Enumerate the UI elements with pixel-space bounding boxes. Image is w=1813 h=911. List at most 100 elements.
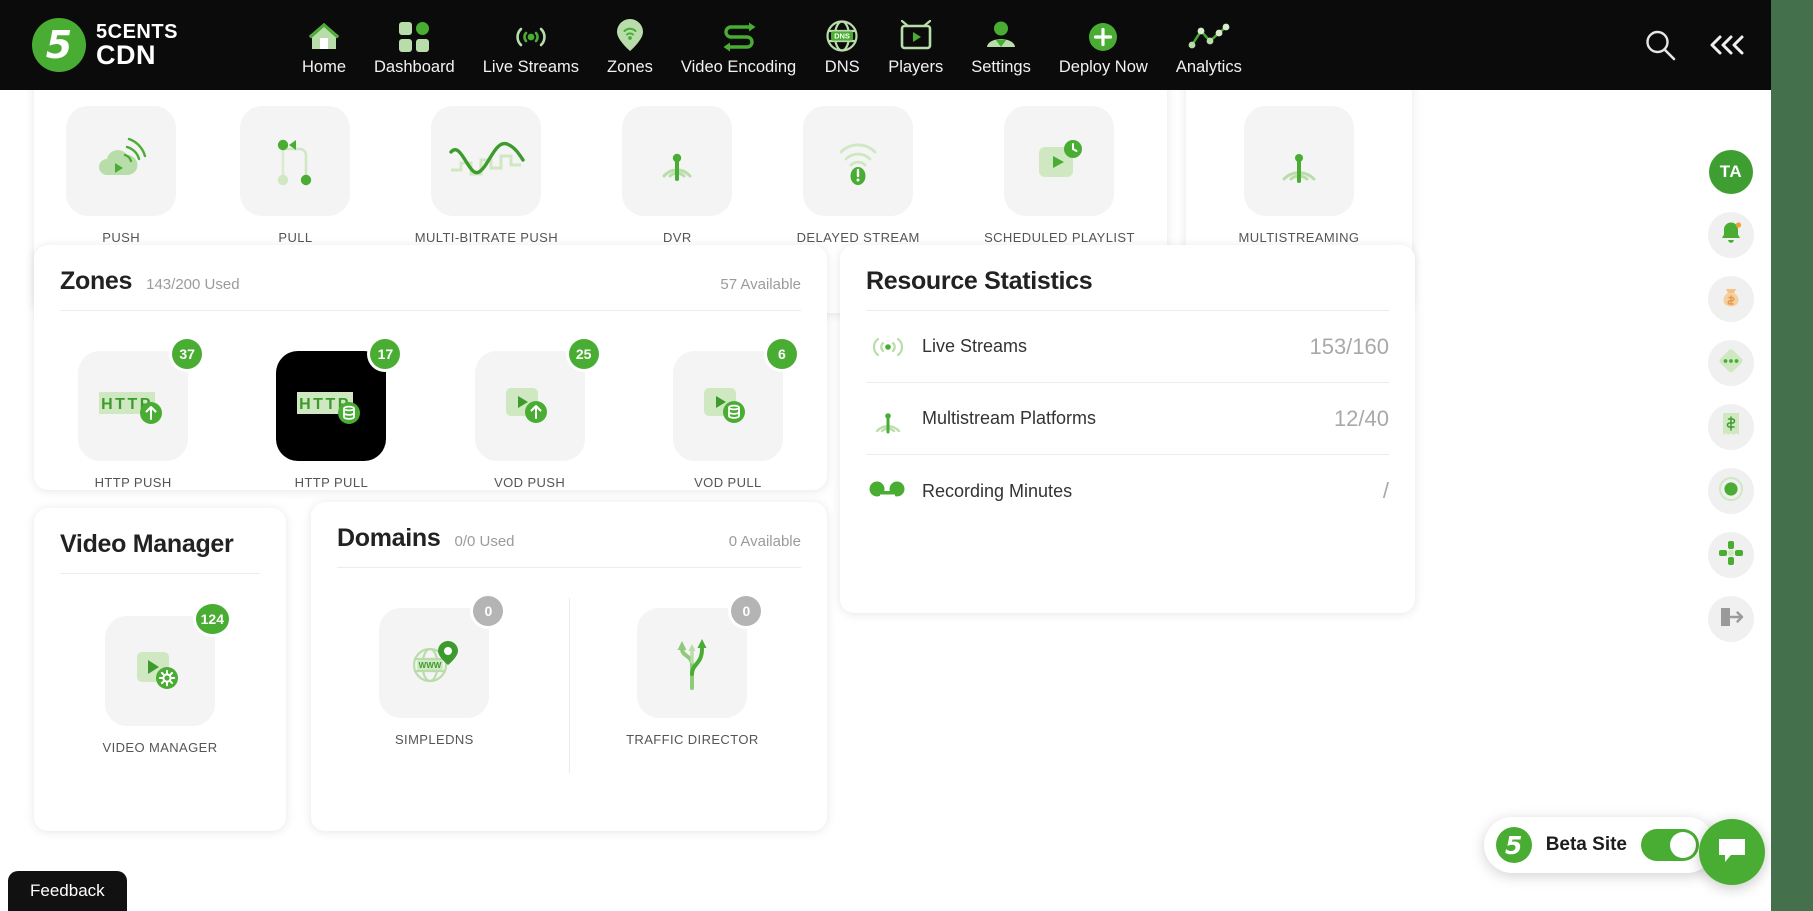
nav-item-video-encoding[interactable]: Video Encoding bbox=[667, 0, 810, 90]
record-dots-icon bbox=[866, 481, 910, 501]
tile-http-push[interactable]: 37 HTTP HTTP PUSH bbox=[78, 339, 203, 490]
video-manager-tiles: 124 VIDEO MANAGER bbox=[34, 574, 286, 755]
tile-vod-pull[interactable]: 6 VOD PULL bbox=[672, 339, 797, 490]
nav-label: Video Encoding bbox=[680, 57, 797, 76]
panel-title: Domains bbox=[337, 524, 441, 552]
tile-dvr[interactable]: DVR bbox=[622, 106, 733, 245]
domain-tiles: 0 WWW SIMPLEDNS 0 TRAFFIC DIRECTOR bbox=[311, 568, 827, 773]
more-options-button[interactable] bbox=[1708, 340, 1754, 386]
tile-label: MULTI-BITRATE PUSH bbox=[414, 230, 559, 245]
page-title: Zones bbox=[60, 267, 133, 295]
nav-label: Analytics bbox=[1175, 57, 1242, 76]
video-manager-header: Video Manager bbox=[34, 530, 286, 559]
tile-label: DELAYED STREAM bbox=[796, 230, 920, 245]
tile-delayed-stream[interactable]: DELAYED STREAM bbox=[797, 106, 920, 245]
tile-thumb: 0 bbox=[637, 596, 762, 718]
page-content: PUSH PULL MULTI-BITRATE PUSH DVR DELAYED… bbox=[0, 90, 1771, 911]
tv-play-icon bbox=[899, 14, 933, 52]
playlist-clock-icon bbox=[1039, 140, 1083, 177]
nav-item-zones[interactable]: Zones bbox=[593, 0, 667, 90]
notifications-button[interactable] bbox=[1708, 212, 1754, 258]
stat-row-multistream-platforms: Multistream Platforms 12/40 bbox=[866, 383, 1389, 455]
grid-icon bbox=[399, 14, 430, 52]
stat-label: Multistream Platforms bbox=[922, 408, 1097, 428]
tile-label: MULTISTREAMING bbox=[1238, 230, 1360, 245]
svg-text:DNS: DNS bbox=[834, 31, 850, 40]
invoices-button[interactable] bbox=[1708, 404, 1754, 450]
stat-value: 153/160 bbox=[1309, 333, 1389, 359]
billing-balance-button[interactable] bbox=[1708, 276, 1754, 322]
nav-item-home[interactable]: Home bbox=[288, 0, 360, 90]
domains-available: 0 Available bbox=[728, 533, 801, 550]
chat-button[interactable] bbox=[1699, 819, 1765, 885]
stat-row-live-streams: Live Streams 153/160 bbox=[866, 311, 1389, 383]
transcode-arrows-icon bbox=[721, 14, 757, 52]
tile-multi-bitrate-push[interactable]: MULTI-BITRATE PUSH bbox=[415, 106, 558, 245]
status-badge: 124 bbox=[195, 604, 229, 634]
recording-button[interactable] bbox=[1708, 468, 1754, 514]
beta-site-pill: 5 Beta Site bbox=[1483, 817, 1715, 873]
tile-scheduled-playlist[interactable]: SCHEDULED PLAYLIST bbox=[984, 106, 1135, 245]
brand-line-2: CDN bbox=[96, 39, 156, 70]
tile-thumb bbox=[240, 106, 351, 216]
globe-dns-icon: DNS bbox=[826, 14, 858, 52]
nav-label: Settings bbox=[971, 57, 1031, 76]
status-badge: 25 bbox=[568, 339, 599, 369]
domains-panel: Domains 0/0 Used 0 Available 0 WWW SIMPL… bbox=[311, 502, 827, 831]
logout-button[interactable] bbox=[1708, 596, 1754, 642]
nav-items: Home Dashboard Live Streams Zones Video bbox=[288, 0, 1256, 90]
brand-mark-icon: 5 bbox=[1495, 827, 1532, 863]
brand-logo[interactable]: 5 5CENTS CDN bbox=[32, 18, 232, 72]
brand-wordmark: 5CENTS CDN bbox=[96, 22, 178, 69]
nav-item-live-streams[interactable]: Live Streams bbox=[469, 0, 593, 90]
tile-vod-push[interactable]: 25 VOD PUSH bbox=[474, 339, 599, 490]
tile-http-pull[interactable]: 17 HTTP HTTP PULL bbox=[276, 339, 401, 490]
tile-push[interactable]: PUSH bbox=[66, 106, 177, 245]
record-circle-icon bbox=[1718, 476, 1744, 507]
nav-label: Home bbox=[302, 57, 347, 76]
traffic-split-icon bbox=[677, 639, 707, 690]
avatar[interactable]: TA bbox=[1709, 150, 1753, 194]
live-stream-tiles: PUSH PULL MULTI-BITRATE PUSH DVR DELAYED… bbox=[34, 90, 1167, 245]
tile-video-manager[interactable]: 124 VIDEO MANAGER bbox=[103, 604, 229, 755]
chevrons-left-icon[interactable] bbox=[1707, 32, 1747, 58]
tile-label: HTTP PUSH bbox=[94, 475, 172, 490]
video-manager-panel: Video Manager 124 VIDEO MANAGER bbox=[34, 508, 286, 831]
plus-circle-icon bbox=[1088, 14, 1118, 52]
http-push-icon: HTTP bbox=[99, 392, 163, 424]
nav-item-analytics[interactable]: Analytics bbox=[1162, 0, 1256, 90]
feedback-button[interactable]: Feedback bbox=[8, 871, 127, 911]
nav-label: Zones bbox=[607, 57, 653, 76]
domains-header: Domains 0/0 Used 0 Available bbox=[311, 524, 827, 553]
svg-text:WWW: WWW bbox=[419, 661, 442, 670]
money-bag-icon bbox=[1718, 284, 1744, 315]
tile-multistreaming[interactable]: MULTISTREAMING bbox=[1239, 106, 1360, 245]
tile-label: DVR bbox=[663, 230, 692, 245]
search-icon[interactable] bbox=[1643, 28, 1677, 62]
tile-traffic-director[interactable]: 0 TRAFFIC DIRECTOR bbox=[626, 596, 762, 747]
multistreaming-tiles: MULTISTREAMING bbox=[1186, 90, 1412, 245]
www-globe-pin-icon: WWW bbox=[413, 641, 459, 683]
nav-item-players[interactable]: Players bbox=[874, 0, 957, 90]
drag-handle-button[interactable] bbox=[1708, 532, 1754, 578]
nav-label: Deploy Now bbox=[1058, 57, 1148, 76]
status-badge: 0 bbox=[731, 596, 762, 626]
tile-thumb: 0 WWW bbox=[379, 596, 504, 718]
tile-pull[interactable]: PULL bbox=[240, 106, 351, 245]
top-navigation-bar: 5 5CENTS CDN Home Dashboard Live Streams bbox=[0, 0, 1771, 90]
nav-item-dashboard[interactable]: Dashboard bbox=[360, 0, 469, 90]
tile-thumb bbox=[622, 106, 733, 216]
nav-item-settings[interactable]: Settings bbox=[957, 0, 1045, 90]
multistream-antenna-icon bbox=[866, 402, 910, 436]
tile-simpledns[interactable]: 0 WWW SIMPLEDNS bbox=[379, 596, 504, 747]
right-edge-strip bbox=[1771, 0, 1813, 911]
nav-item-deploy-now[interactable]: Deploy Now bbox=[1045, 0, 1162, 90]
status-badge: 37 bbox=[172, 339, 203, 369]
delayed-wifi-icon bbox=[839, 143, 877, 185]
resource-statistics-header: Resource Statistics bbox=[840, 267, 1415, 296]
nav-item-dns[interactable]: DNS DNS bbox=[810, 0, 874, 90]
tile-thumb bbox=[1243, 106, 1354, 216]
domains-used: 0/0 Used bbox=[454, 533, 515, 550]
tile-label: PUSH bbox=[102, 230, 141, 245]
beta-site-toggle[interactable] bbox=[1641, 829, 1699, 861]
